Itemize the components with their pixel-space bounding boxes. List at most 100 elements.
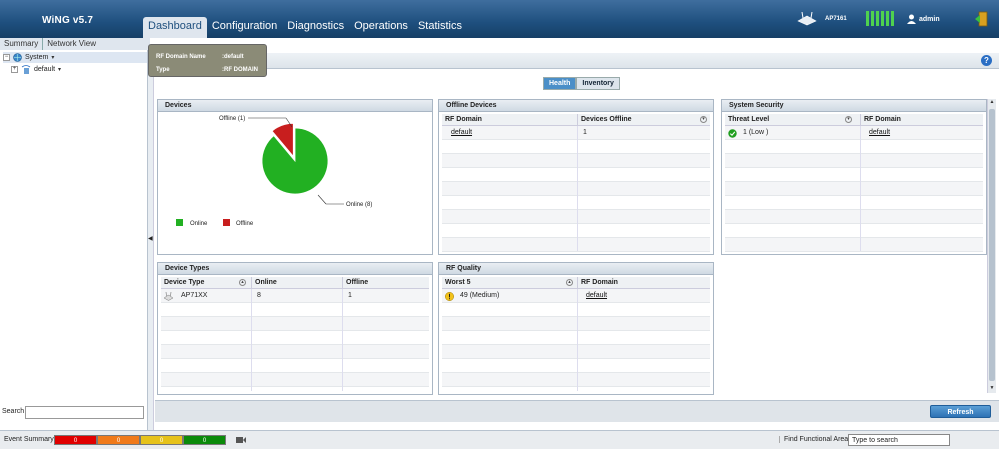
legend-swatch-online: [176, 219, 183, 226]
access-point-icon: [797, 12, 817, 26]
nav-configuration[interactable]: Configuration: [207, 17, 282, 38]
content-footer: Refresh: [155, 400, 999, 422]
devices-panel: Devices Offline (1) Online (8) Online Of…: [157, 99, 433, 255]
tab-inventory[interactable]: Inventory: [576, 77, 620, 90]
tree-panel: − System ▾ + default ▾: [0, 50, 148, 430]
panel-title: Devices: [158, 100, 432, 112]
dashboard-tabs: Health Inventory: [543, 77, 620, 90]
col-rf-domain[interactable]: RF Domain: [578, 277, 712, 289]
logout-icon[interactable]: [975, 11, 991, 27]
status-bar: Event Summary 0 0 0 0 Find Functional Ar…: [0, 430, 999, 449]
sort-icon[interactable]: ▴: [239, 279, 246, 286]
brand: WiNG v5.7: [0, 0, 140, 38]
dashboard-main: ? Health Inventory Devices Offline (1) O…: [155, 50, 999, 430]
rf-domain-link[interactable]: default: [448, 129, 475, 136]
nav-diagnostics[interactable]: Diagnostics: [282, 17, 349, 38]
content-scrollbar[interactable]: ▲ ▼: [987, 99, 996, 393]
tooltip-value: :RF DOMAIN: [222, 67, 258, 73]
sort-icon[interactable]: ▴: [566, 279, 573, 286]
offline-devices-grid: RF Domain Devices Offline ▾ default 1: [442, 114, 710, 252]
panel-title: Offline Devices: [439, 100, 713, 112]
legend-swatch-offline: [223, 219, 230, 226]
video-camera-icon[interactable]: [236, 436, 246, 444]
legend-offline: Offline: [236, 221, 254, 227]
globe-icon: [13, 53, 22, 62]
brand-title: WiNG v5.7: [42, 15, 94, 26]
tree-toggle[interactable]: −: [3, 54, 10, 61]
grid-header: RF Domain Devices Offline ▾: [442, 114, 710, 126]
rf-domain-link[interactable]: default: [583, 292, 610, 299]
sort-icon[interactable]: ▾: [845, 116, 852, 123]
panel-title: Device Types: [158, 263, 432, 275]
tree-item-default[interactable]: + default ▾: [11, 64, 147, 75]
grid-header: Threat Level RF Domain ▾: [725, 114, 983, 126]
rf-quality-panel: RF Quality Worst 5 ▴ RF Domain 49 (Mediu…: [438, 262, 714, 395]
event-summary-label: Event Summary: [4, 436, 54, 443]
devices-pie-chart: Offline (1) Online (8) Online Offline: [176, 116, 372, 227]
tab-network-view[interactable]: Network View: [42, 38, 100, 50]
scroll-up-icon[interactable]: ▲: [988, 99, 996, 107]
col-rf-domain[interactable]: RF Domain: [861, 114, 985, 126]
device-types-grid: Device Type ▴ Online Offline AP71XX 8 1: [161, 277, 429, 391]
panel-collapse-handle[interactable]: ◀: [148, 50, 154, 430]
offline-callout: Offline (1): [219, 116, 245, 122]
tree-toggle[interactable]: +: [11, 66, 18, 73]
top-bar: WiNG v5.7 Dashboard Configuration Diagno…: [0, 0, 999, 38]
tooltip-key: RF Domain Name: [156, 54, 206, 60]
offline-count: 1: [348, 292, 352, 299]
chevron-down-icon[interactable]: ▾: [58, 66, 61, 73]
content-toolbar: ?: [155, 53, 999, 69]
event-critical-count[interactable]: 0: [54, 435, 97, 445]
sort-icon[interactable]: ▾: [700, 116, 707, 123]
functional-area-search-input[interactable]: [848, 434, 950, 446]
device-name: AP7161: [825, 16, 847, 22]
panel-title: RF Quality: [439, 263, 713, 275]
grid-header: Device Type ▴ Online Offline: [161, 277, 429, 289]
col-offline[interactable]: Offline: [343, 277, 431, 289]
main-nav: Dashboard Configuration Diagnostics Oper…: [143, 17, 467, 38]
event-minor-count[interactable]: 0: [140, 435, 183, 445]
chevron-left-icon[interactable]: ◀: [148, 235, 153, 242]
device-types-panel: Device Types Device Type ▴ Online Offlin…: [157, 262, 433, 395]
col-online[interactable]: Online: [252, 277, 343, 289]
rf-quality-grid: Worst 5 ▴ RF Domain 49 (Medium) default: [442, 277, 710, 391]
col-rf-domain[interactable]: RF Domain: [442, 114, 578, 126]
nav-dashboard[interactable]: Dashboard: [143, 17, 207, 38]
user-name[interactable]: admin: [919, 16, 940, 23]
col-threat-level[interactable]: Threat Level: [725, 114, 861, 126]
tree-search-input[interactable]: [25, 406, 144, 419]
scrollbar-thumb[interactable]: [989, 109, 995, 381]
signal-bars-icon: [866, 11, 894, 26]
warning-icon: [445, 292, 454, 301]
scroll-down-icon[interactable]: ▼: [988, 385, 996, 393]
nav-statistics[interactable]: Statistics: [413, 17, 467, 38]
legend-online: Online: [190, 221, 208, 227]
tab-health[interactable]: Health: [543, 77, 577, 90]
pie-slice-online[interactable]: [261, 127, 329, 195]
rf-domain-icon: [21, 65, 31, 74]
event-info-count[interactable]: 0: [183, 435, 226, 445]
left-tabs: Summary Network View: [0, 38, 150, 50]
grid-header: Worst 5 ▴ RF Domain: [442, 277, 710, 289]
tree-item-label: System: [25, 54, 49, 61]
user-icon: [907, 14, 916, 24]
chevron-down-icon[interactable]: ▾: [51, 54, 54, 61]
check-circle-icon: [728, 129, 737, 138]
tab-summary[interactable]: Summary: [0, 38, 42, 50]
search-label: Search: [2, 408, 25, 415]
threat-level-value: 1 (Low ): [743, 129, 769, 136]
col-devices-offline[interactable]: Devices Offline: [578, 114, 712, 126]
tooltip-key: Type: [156, 67, 170, 73]
find-functional-area-label: Find Functional Area: [779, 436, 848, 443]
rf-domain-link[interactable]: default: [866, 129, 893, 136]
panel-title: System Security: [722, 100, 986, 112]
event-major-count[interactable]: 0: [97, 435, 140, 445]
tree-item-label: default: [34, 66, 56, 73]
tree-item-system[interactable]: − System ▾: [3, 52, 147, 63]
tooltip-value: :default: [222, 54, 244, 60]
nav-operations[interactable]: Operations: [349, 17, 413, 38]
col-worst-5[interactable]: Worst 5: [442, 277, 578, 289]
help-icon[interactable]: ?: [981, 55, 992, 66]
offline-devices-panel: Offline Devices RF Domain Devices Offlin…: [438, 99, 714, 255]
refresh-button[interactable]: Refresh: [930, 405, 991, 418]
